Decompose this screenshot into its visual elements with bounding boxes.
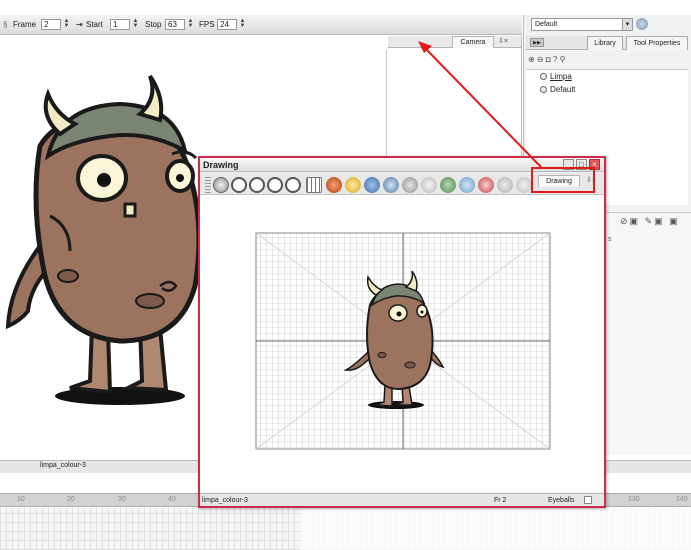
light-bulb-icon[interactable] — [345, 177, 361, 193]
drawing-canvas[interactable] — [200, 195, 604, 492]
toolbar-grip-icon — [205, 177, 211, 193]
folder-icon — [540, 73, 547, 80]
onion-skin-icon[interactable] — [231, 177, 247, 193]
layer-properties-panel — [606, 212, 691, 455]
frame-stepper[interactable]: ▲ ▼ — [63, 18, 70, 30]
shade-icon[interactable] — [364, 177, 380, 193]
drawing-statusbar: limpa_colour-3 Fr 2 Eyeballs — [200, 493, 604, 506]
drawing-window: Drawing _ □ × Drawing ⇩× limpa_colour-3 … — [198, 156, 606, 508]
grid-icon[interactable] — [306, 177, 322, 193]
ruler-tick-label: 40 — [168, 496, 176, 503]
fps-stepper[interactable]: ▲ ▼ — [239, 18, 246, 30]
timeline-overlay — [300, 508, 691, 550]
chevron-down-icon[interactable]: ▾ — [622, 19, 632, 30]
start-arrow-icon: ⇥ — [76, 20, 83, 29]
field-guide-grid — [255, 232, 551, 450]
stop-field[interactable]: 63 — [165, 19, 185, 30]
panel-menu-icon[interactable]: ▶▶ — [530, 38, 544, 47]
select-icon[interactable] — [421, 177, 437, 193]
panel-label: s — [608, 236, 612, 243]
ruler-tick-label: 130 — [628, 496, 640, 503]
onion-skin-prev-icon[interactable] — [249, 177, 265, 193]
fps-label: FPS — [199, 20, 215, 29]
ruler-tick-label: 30 — [118, 496, 126, 503]
camera-tab-close-icon[interactable]: ⇩× — [498, 37, 508, 45]
tab-camera[interactable]: Camera — [452, 36, 494, 48]
ruler-tick-label: 140 — [676, 496, 688, 503]
onion-skin-next-icon[interactable] — [267, 177, 283, 193]
eyeballs-checkbox[interactable] — [584, 496, 592, 504]
stop-label: Stop — [145, 20, 162, 29]
playback-toolbar: § Frame 2 ▲ ▼ ⇥ Start 1 ▲ ▼ Stop 63 ▲ ▼ FPS… — [0, 15, 522, 35]
ruler-tick-label: 10 — [17, 496, 25, 503]
eyeballs-label: Eyeballs — [548, 497, 575, 504]
tab-tool-properties[interactable]: Tool Properties — [626, 36, 688, 50]
library-toolbar[interactable]: ⊕ ⊖ ◘ ? ⚲ — [528, 54, 688, 66]
tree-item-limpa[interactable]: Limpa — [540, 72, 572, 82]
brush-icon[interactable] — [440, 177, 456, 193]
contour-icon[interactable] — [516, 177, 532, 193]
onion-skin-all-icon[interactable] — [285, 177, 301, 193]
paint-icon[interactable] — [497, 177, 513, 193]
globe-icon[interactable] — [636, 18, 648, 30]
fps-field[interactable]: 24 — [217, 19, 237, 30]
frame-label: Frame — [13, 20, 37, 29]
drawing-frame-indicator: Fr 2 — [494, 497, 507, 504]
start-label: Start — [86, 20, 103, 29]
stop-stepper[interactable]: ▲ ▼ — [187, 18, 194, 30]
preset-select[interactable]: Default — [531, 18, 633, 31]
tree-item-default[interactable]: Default — [540, 85, 575, 95]
start-stepper[interactable]: ▲ ▼ — [132, 18, 139, 30]
status-layer-name: limpa_colour-3 — [40, 462, 86, 469]
view-rotate-icon[interactable] — [213, 177, 229, 193]
frame-field[interactable]: 2 — [41, 19, 61, 30]
drawing-layer-name: limpa_colour-3 — [202, 497, 248, 504]
highlight-annotation — [531, 167, 595, 193]
drawing-window-title: Drawing — [203, 160, 239, 170]
pencil-icon[interactable] — [459, 177, 475, 193]
playback-icon[interactable]: § — [3, 20, 7, 30]
start-field[interactable]: 1 — [110, 19, 130, 30]
folder-icon — [540, 86, 547, 93]
ruler-tick-label: 20 — [67, 496, 75, 503]
layer-tool-icons[interactable]: ⊘▣ ✎▣ ▣ — [620, 216, 680, 227]
tab-library[interactable]: Library — [587, 36, 623, 50]
colour-icon[interactable] — [383, 177, 399, 193]
reset-view-icon[interactable] — [402, 177, 418, 193]
light-table-icon[interactable] — [326, 177, 342, 193]
eraser-icon[interactable] — [478, 177, 494, 193]
